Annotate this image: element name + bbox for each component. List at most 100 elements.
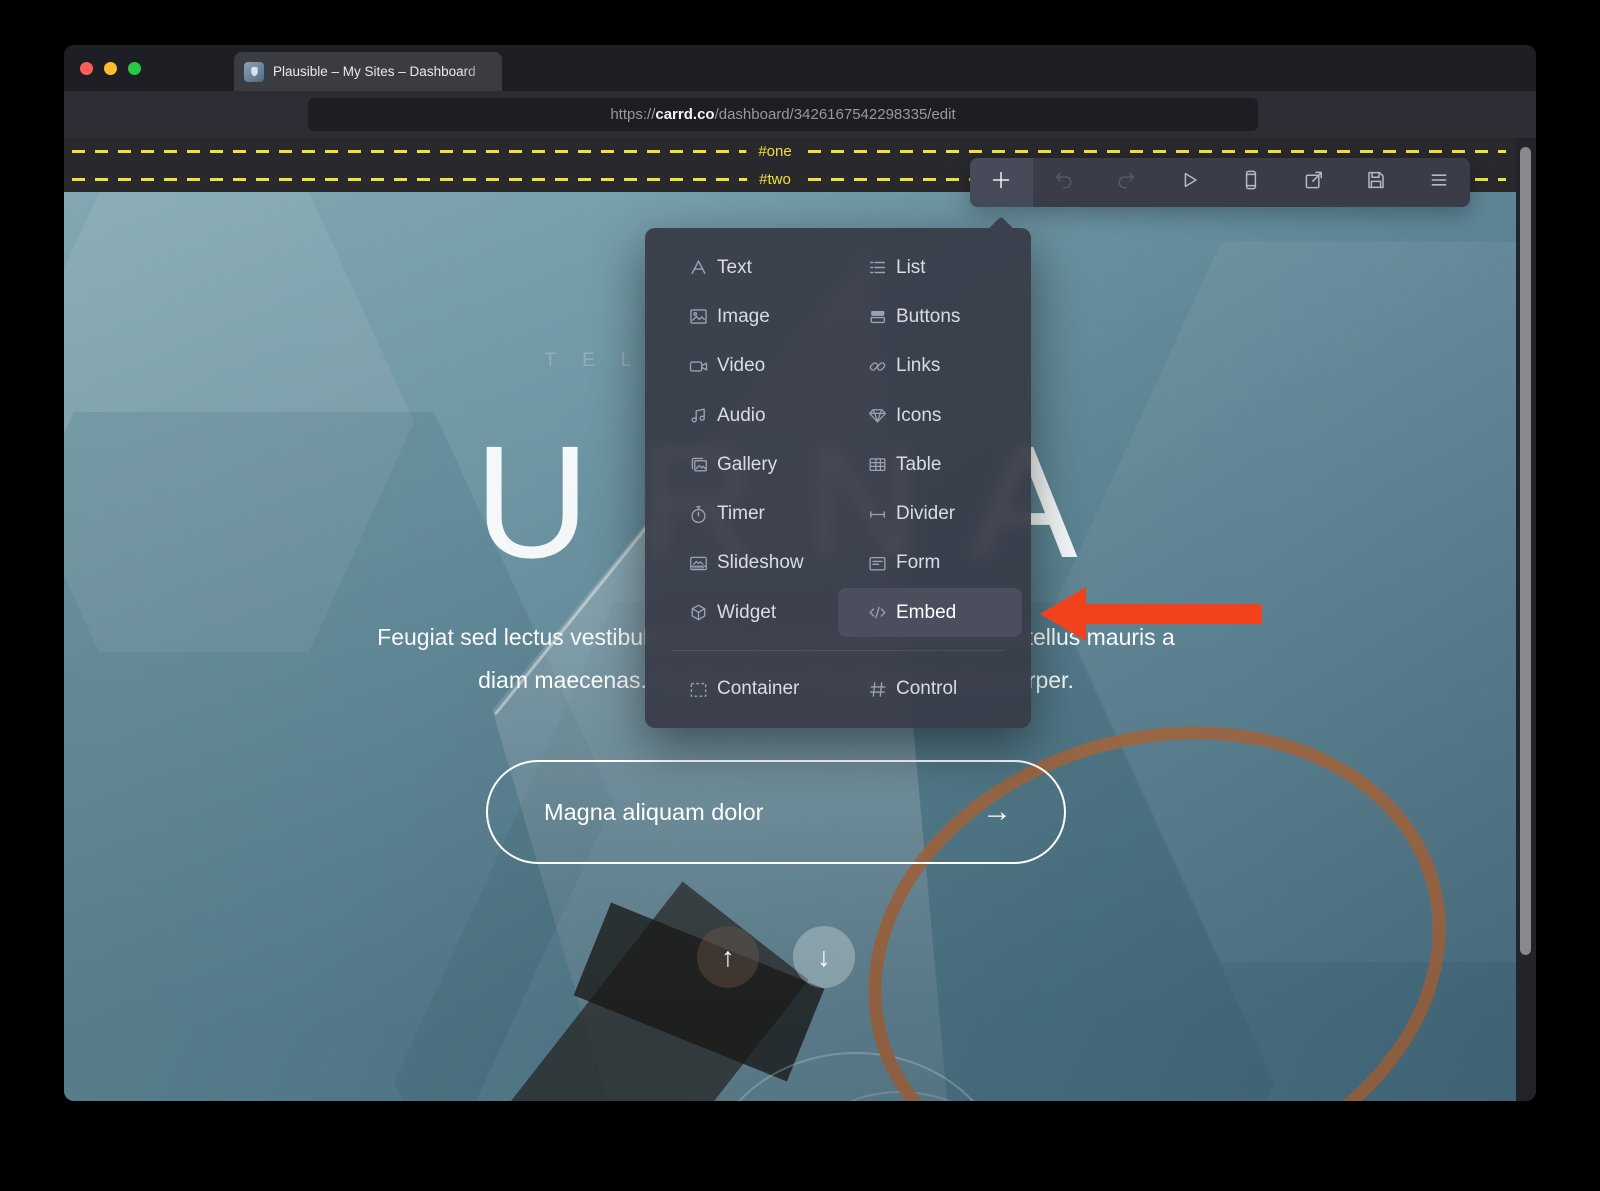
publish-button[interactable] [1283,158,1346,207]
url-domain: carrd.co [655,106,714,123]
menu-item-widget[interactable]: Widget [645,588,838,637]
audio-icon [687,405,709,427]
up-arrow-icon: ↑ [721,942,735,973]
window-controls [80,62,141,75]
tab-title-fade [462,52,502,91]
menu-column-left: Text Image Video Audio Gallery [645,243,838,637]
play-icon [1177,168,1201,197]
menu-item-label: Audio [717,405,766,427]
anchor-label-one[interactable]: #one [746,142,803,162]
menu-footer-right: Control [838,665,1022,713]
plausible-favicon-icon [244,62,264,82]
menu-item-links[interactable]: Links [838,342,1022,391]
gallery-icon [687,454,709,476]
timer-icon [687,503,709,525]
device-preview-button[interactable] [1220,158,1283,207]
tab-title: Plausible – My Sites – Dashboard [273,64,476,79]
control-icon [866,678,888,700]
menu-item-label: Container [717,678,799,700]
menu-item-label: Icons [896,405,941,427]
url-field[interactable]: https://carrd.co/dashboard/3426167542298… [308,98,1258,131]
right-arrow-icon: → [982,762,1012,862]
menu-item-text[interactable]: Text [645,243,838,292]
menu-item-icons[interactable]: Icons [838,391,1022,440]
menu-item-label: Image [717,306,770,328]
menu-item-control[interactable]: Control [838,665,1022,713]
menu-item-label: Video [717,355,765,377]
menu-item-label: List [896,257,926,279]
menu-item-gallery[interactable]: Gallery [645,440,838,489]
image-icon [687,306,709,328]
container-icon [687,678,709,700]
menu-item-label: Embed [896,602,956,624]
cta-label: Magna aliquam dolor [544,762,763,862]
text-icon [687,257,709,279]
menu-item-table[interactable]: Table [838,440,1022,489]
menu-item-audio[interactable]: Audio [645,391,838,440]
menu-item-label: Links [896,355,940,377]
menu-column-right: List Buttons Links Icons Table [838,243,1022,637]
embed-icon [866,602,888,624]
slideshow-icon [687,552,709,574]
menu-item-slideshow[interactable]: Slideshow [645,539,838,588]
menu-item-label: Gallery [717,454,777,476]
menu-item-label: Widget [717,602,776,624]
browser-tab-bar: Plausible – My Sites – Dashboard [64,45,1536,91]
buttons-icon [866,306,888,328]
menu-item-label: Divider [896,503,955,525]
redo-button[interactable] [1095,158,1158,207]
phone-icon [1239,168,1263,197]
menu-item-video[interactable]: Video [645,342,838,391]
browser-url-bar: https://carrd.co/dashboard/3426167542298… [64,91,1536,138]
menu-item-form[interactable]: Form [838,539,1022,588]
save-icon [1364,168,1388,197]
widget-icon [687,602,709,624]
menu-item-label: Text [717,257,752,279]
url-prefix: https:// [610,106,655,123]
menu-item-container[interactable]: Container [645,665,838,713]
list-icon [866,257,888,279]
minimize-window-button[interactable] [104,62,117,75]
menu-item-buttons[interactable]: Buttons [838,292,1022,341]
settings-menu-button[interactable] [1408,158,1471,207]
scroll-down-button[interactable]: ↓ [793,926,855,988]
divider-icon [866,503,888,525]
menu-item-list[interactable]: List [838,243,1022,292]
zoom-window-button[interactable] [128,62,141,75]
scroll-up-button[interactable]: ↑ [697,926,759,988]
close-window-button[interactable] [80,62,93,75]
browser-window: Plausible – My Sites – Dashboard https:/… [64,45,1536,1101]
anchor-label-two[interactable]: #two [747,170,803,190]
menu-footer-left: Container [645,665,838,713]
undo-icon [1052,168,1076,197]
add-element-menu: Text Image Video Audio Gallery [645,228,1031,728]
scrollbar-thumb[interactable] [1520,147,1531,955]
save-button[interactable] [1345,158,1408,207]
redo-icon [1114,168,1138,197]
preview-button[interactable] [1158,158,1221,207]
browser-tab[interactable]: Plausible – My Sites – Dashboard [234,52,502,91]
down-arrow-icon: ↓ [817,942,831,973]
scrollbar-track[interactable] [1516,138,1536,1101]
icons-icon [866,405,888,427]
plus-icon [989,168,1013,197]
links-icon [866,355,888,377]
menu-item-image[interactable]: Image [645,292,838,341]
editor-toolbar [970,158,1470,207]
form-icon [866,552,888,574]
menu-item-label: Timer [717,503,765,525]
hamburger-icon [1427,168,1451,197]
annotation-arrow-shaft [1084,604,1262,624]
menu-item-embed[interactable]: Embed [838,588,1022,637]
annotation-arrow-head [1040,587,1086,641]
video-icon [687,355,709,377]
external-link-icon [1302,168,1326,197]
menu-item-label: Table [896,454,941,476]
add-element-button[interactable] [970,158,1033,207]
menu-item-label: Form [896,552,940,574]
menu-item-label: Buttons [896,306,960,328]
undo-button[interactable] [1033,158,1096,207]
menu-item-divider[interactable]: Divider [838,489,1022,538]
menu-item-timer[interactable]: Timer [645,489,838,538]
cta-button[interactable]: Magna aliquam dolor → [486,760,1066,864]
